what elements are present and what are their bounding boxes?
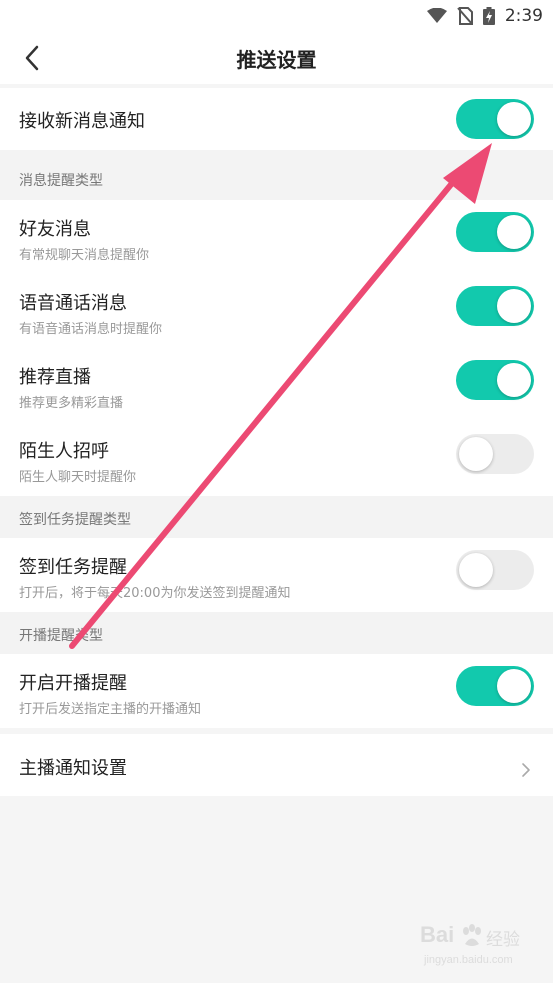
receive-notifications-label: 接收新消息通知 — [19, 111, 145, 132]
friend-message-title: 好友消息 — [19, 219, 91, 240]
stranger-greeting-subtitle: 陌生人聊天时提醒你 — [19, 470, 137, 485]
anchor-notification-settings-row[interactable]: 主播通知设置 — [0, 734, 553, 796]
paw-logo-icon — [463, 924, 481, 946]
checkin-reminder-title: 签到任务提醒 — [19, 557, 127, 578]
recommended-live-row: 推荐直播 推荐更多精彩直播 — [0, 348, 553, 422]
stranger-greeting-row: 陌生人招呼 陌生人聊天时提醒你 — [0, 422, 553, 496]
friend-message-toggle[interactable] — [456, 212, 534, 252]
toggle-knob — [497, 102, 531, 136]
receive-notifications-toggle[interactable] — [456, 99, 534, 139]
voice-call-title: 语音通话消息 — [19, 293, 127, 314]
wifi-icon — [426, 8, 447, 23]
stranger-greeting-toggle[interactable] — [456, 434, 534, 474]
watermark-url: jingyan.baidu.com — [424, 954, 513, 966]
live-reminder-toggle[interactable] — [456, 666, 534, 706]
stranger-greeting-title: 陌生人招呼 — [19, 441, 109, 462]
toggle-knob — [497, 669, 531, 703]
toggle-knob — [459, 553, 493, 587]
watermark-brand: Bai — [420, 922, 455, 947]
live-reminder-row: 开启开播提醒 打开后发送指定主播的开播通知 — [0, 654, 553, 728]
no-sim-icon — [457, 7, 473, 25]
page-title: 推送设置 — [236, 48, 317, 72]
anchor-notification-settings-title: 主播通知设置 — [19, 758, 127, 779]
section-header-checkin-types: 签到任务提醒类型 — [0, 496, 553, 538]
status-icons: 2:39 — [426, 5, 543, 27]
toggle-knob — [497, 215, 531, 249]
recommended-live-subtitle: 推荐更多精彩直播 — [19, 396, 124, 411]
toggle-knob — [459, 437, 493, 471]
receive-notifications-row: 接收新消息通知 — [0, 88, 553, 150]
live-reminder-subtitle: 打开后发送指定主播的开播通知 — [19, 702, 202, 717]
toggle-knob — [497, 363, 531, 397]
checkin-reminder-row: 签到任务提醒 打开后，将于每天20:00为你发送签到提醒通知 — [0, 538, 553, 612]
checkin-reminder-subtitle: 打开后，将于每天20:00为你发送签到提醒通知 — [19, 586, 291, 601]
toggle-knob — [497, 289, 531, 323]
checkin-reminder-toggle[interactable] — [456, 550, 534, 590]
status-time: 2:39 — [504, 6, 543, 26]
watermark: Bai 经验 jingyan.baidu.com — [420, 922, 545, 972]
section-label: 开播提醒类型 — [19, 628, 103, 644]
battery-charging-icon — [482, 7, 495, 25]
voice-call-subtitle: 有语音通话消息时提醒你 — [19, 322, 163, 337]
section-label: 签到任务提醒类型 — [19, 512, 131, 528]
section-header-message-types: 消息提醒类型 — [0, 150, 553, 200]
chevron-right-icon — [522, 763, 530, 777]
recommended-live-toggle[interactable] — [456, 360, 534, 400]
live-reminder-title: 开启开播提醒 — [19, 673, 127, 694]
section-label: 消息提醒类型 — [19, 173, 103, 189]
app-header: 推送设置 — [0, 32, 553, 84]
voice-call-row: 语音通话消息 有语音通话消息时提醒你 — [0, 274, 553, 348]
voice-call-toggle[interactable] — [456, 286, 534, 326]
recommended-live-title: 推荐直播 — [19, 367, 91, 388]
section-header-live-types: 开播提醒类型 — [0, 612, 553, 654]
friend-message-subtitle: 有常规聊天消息提醒你 — [19, 248, 150, 263]
status-bar: 2:39 — [0, 0, 553, 32]
watermark-jingyan: 经验 — [486, 930, 520, 950]
friend-message-row: 好友消息 有常规聊天消息提醒你 — [0, 200, 553, 274]
